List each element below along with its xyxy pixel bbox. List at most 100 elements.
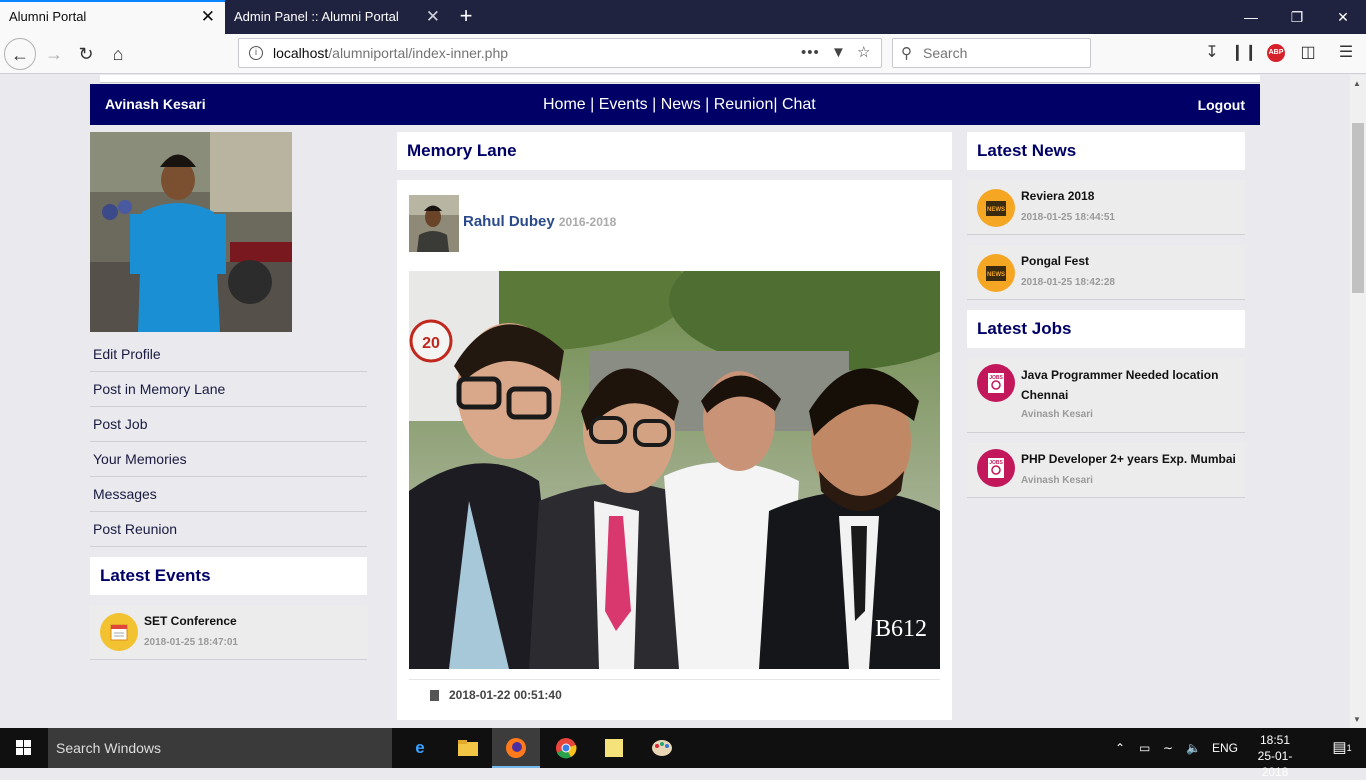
library-icon[interactable]: ❙❙ [1229, 38, 1259, 68]
job-item[interactable]: JOBS PHP Developer 2+ years Exp. Mumbai … [967, 443, 1245, 498]
main-nav-links[interactable]: Home | Events | News | Reunion| Chat [543, 84, 816, 125]
news-title[interactable]: Reviera 2018 [1021, 189, 1094, 203]
firefox-icon[interactable] [492, 728, 540, 768]
tab-title: Admin Panel :: Alumni Portal [234, 9, 399, 24]
taskbar-search[interactable]: Search Windows [48, 728, 392, 768]
tab-admin-panel[interactable]: Admin Panel :: Alumni Portal ✕ [225, 0, 450, 34]
author-years: 2016-2018 [558, 215, 617, 229]
menu-item-edit-profile[interactable]: Edit Profile [90, 337, 367, 372]
volume-icon[interactable]: 🔈 [1186, 728, 1201, 768]
event-item[interactable]: SET Conference 2018-01-25 18:47:01 [90, 605, 367, 660]
calendar-icon [100, 613, 138, 651]
news-date: 2018-01-25 18:44:51 [1021, 212, 1115, 223]
latest-events-heading: Latest Events [90, 557, 367, 595]
scroll-up-icon[interactable]: ▲ [1353, 79, 1361, 88]
newspaper-icon: NEWS [977, 254, 1015, 292]
window-close-icon[interactable]: ✕ [1320, 0, 1366, 34]
memory-photo: 20 B612 [409, 271, 940, 669]
job-item[interactable]: JOBS Java Programmer Needed location Che… [967, 358, 1245, 433]
scroll-thumb[interactable] [1352, 123, 1364, 293]
search-icon: ⚲ [901, 45, 912, 62]
post-author[interactable]: Rahul Dubey 2016-2018 [463, 213, 616, 230]
svg-text:NEWS: NEWS [987, 207, 1005, 213]
bookmark-star-icon[interactable]: ☆ [857, 39, 870, 67]
language-indicator[interactable]: ENG [1212, 728, 1238, 768]
page-viewport: Avinash Kesari Home | Events | News | Re… [0, 75, 1350, 728]
logout-link[interactable]: Logout [1198, 84, 1245, 127]
news-date: 2018-01-25 18:42:28 [1021, 277, 1115, 288]
event-title[interactable]: SET Conference [144, 614, 237, 628]
search-input[interactable] [923, 43, 1083, 63]
windows-start-icon[interactable] [0, 728, 48, 768]
sticky-notes-icon[interactable] [590, 728, 638, 768]
profile-photo [90, 132, 292, 332]
home-icon[interactable]: ⌂ [102, 38, 134, 70]
battery-icon[interactable]: ▭ [1139, 728, 1150, 768]
restore-icon[interactable]: ❐ [1274, 0, 1320, 34]
news-item[interactable]: NEWS Reviera 2018 2018-01-25 18:44:51 [967, 180, 1245, 235]
scroll-down-icon[interactable]: ▼ [1353, 715, 1361, 724]
job-poster: Avinash Kesari [1021, 409, 1093, 420]
clock-time: 18:51 [1259, 733, 1291, 747]
memory-post: Rahul Dubey 2016-2018 20 B612 2018-01-22… [397, 180, 952, 720]
menu-item-your-memories[interactable]: Your Memories [90, 442, 367, 477]
browser-tab-bar: Alumni Portal ✕ Admin Panel :: Alumni Po… [0, 0, 1366, 34]
news-item[interactable]: NEWS Pongal Fest 2018-01-25 18:42:28 [967, 245, 1245, 300]
close-icon[interactable]: ✕ [426, 0, 440, 34]
back-arrow-icon[interactable]: ← [4, 38, 36, 70]
site-navbar: Avinash Kesari Home | Events | News | Re… [90, 84, 1260, 125]
chrome-icon[interactable] [542, 728, 590, 768]
download-icon[interactable]: ↧ [1197, 38, 1227, 68]
job-poster: Avinash Kesari [1021, 475, 1093, 486]
tray-overflow-icon[interactable]: ⌃ [1115, 728, 1125, 768]
svg-text:NEWS: NEWS [987, 272, 1005, 278]
menu-item-post-reunion[interactable]: Post Reunion [90, 512, 367, 547]
edge-icon[interactable]: e [396, 728, 444, 768]
svg-text:20: 20 [422, 335, 440, 352]
forward-arrow-icon[interactable]: → [38, 38, 70, 70]
jobs-search-icon: JOBS [977, 449, 1015, 487]
browser-toolbar: ← → ↻ ⌂ i localhost/alumniportal/index-i… [0, 34, 1366, 74]
file-explorer-icon[interactable] [444, 728, 492, 768]
tab-alumni-portal[interactable]: Alumni Portal ✕ [0, 0, 225, 34]
svg-text:JOBS: JOBS [989, 460, 1003, 466]
memory-lane-heading: Memory Lane [397, 132, 952, 170]
page-actions-icon[interactable]: ••• [801, 39, 820, 67]
search-bar[interactable]: ⚲ [892, 38, 1091, 68]
calendar-icon [430, 690, 439, 701]
logged-in-user[interactable]: Avinash Kesari [105, 84, 206, 125]
header-strip [100, 75, 1260, 83]
menu-item-messages[interactable]: Messages [90, 477, 367, 512]
menu-item-post-job[interactable]: Post Job [90, 407, 367, 442]
new-tab-icon[interactable]: + [452, 0, 480, 34]
notification-center-icon[interactable]: ▤1 [1322, 728, 1362, 768]
svg-text:JOBS: JOBS [989, 375, 1003, 381]
event-date: 2018-01-25 18:47:01 [144, 637, 238, 648]
latest-news-heading: Latest News [967, 132, 1245, 170]
close-icon[interactable]: ✕ [201, 2, 215, 32]
news-title[interactable]: Pongal Fest [1021, 254, 1089, 268]
windows-taskbar: Search Windows e ⌃ ▭ ∼ 🔈 ENG 18:51 25-01… [0, 728, 1366, 779]
url-text[interactable]: localhost/alumniportal/index-inner.php [273, 39, 508, 67]
clock[interactable]: 18:51 25-01-2018 [1245, 728, 1305, 779]
sidebar-menu: Edit Profile Post in Memory Lane Post Jo… [90, 337, 367, 547]
adblock-icon[interactable]: ABP [1267, 44, 1285, 62]
photo-caption: B612 [875, 616, 927, 642]
sidebar-toggle-icon[interactable]: ◫ [1293, 38, 1323, 68]
info-icon[interactable]: i [249, 46, 263, 60]
menu-item-post-memory-lane[interactable]: Post in Memory Lane [90, 372, 367, 407]
reload-icon[interactable]: ↻ [70, 38, 102, 70]
address-bar[interactable]: i localhost/alumniportal/index-inner.php… [238, 38, 882, 68]
avatar[interactable] [409, 195, 459, 252]
page-scrollbar[interactable]: ▲ ▼ [1350, 75, 1366, 728]
pocket-icon[interactable]: ▼ [831, 39, 846, 67]
wifi-icon[interactable]: ∼ [1163, 728, 1173, 768]
author-name[interactable]: Rahul Dubey [463, 213, 555, 230]
menu-hamburger-icon[interactable]: ☰ [1331, 38, 1361, 68]
job-title[interactable]: Java Programmer Needed location Chennai [1021, 365, 1236, 405]
clock-date: 25-01-2018 [1257, 749, 1293, 779]
latest-jobs-heading: Latest Jobs [967, 310, 1245, 348]
paint-icon[interactable] [638, 728, 686, 768]
minimize-icon[interactable]: — [1228, 0, 1274, 34]
job-title[interactable]: PHP Developer 2+ years Exp. Mumbai [1021, 452, 1236, 466]
